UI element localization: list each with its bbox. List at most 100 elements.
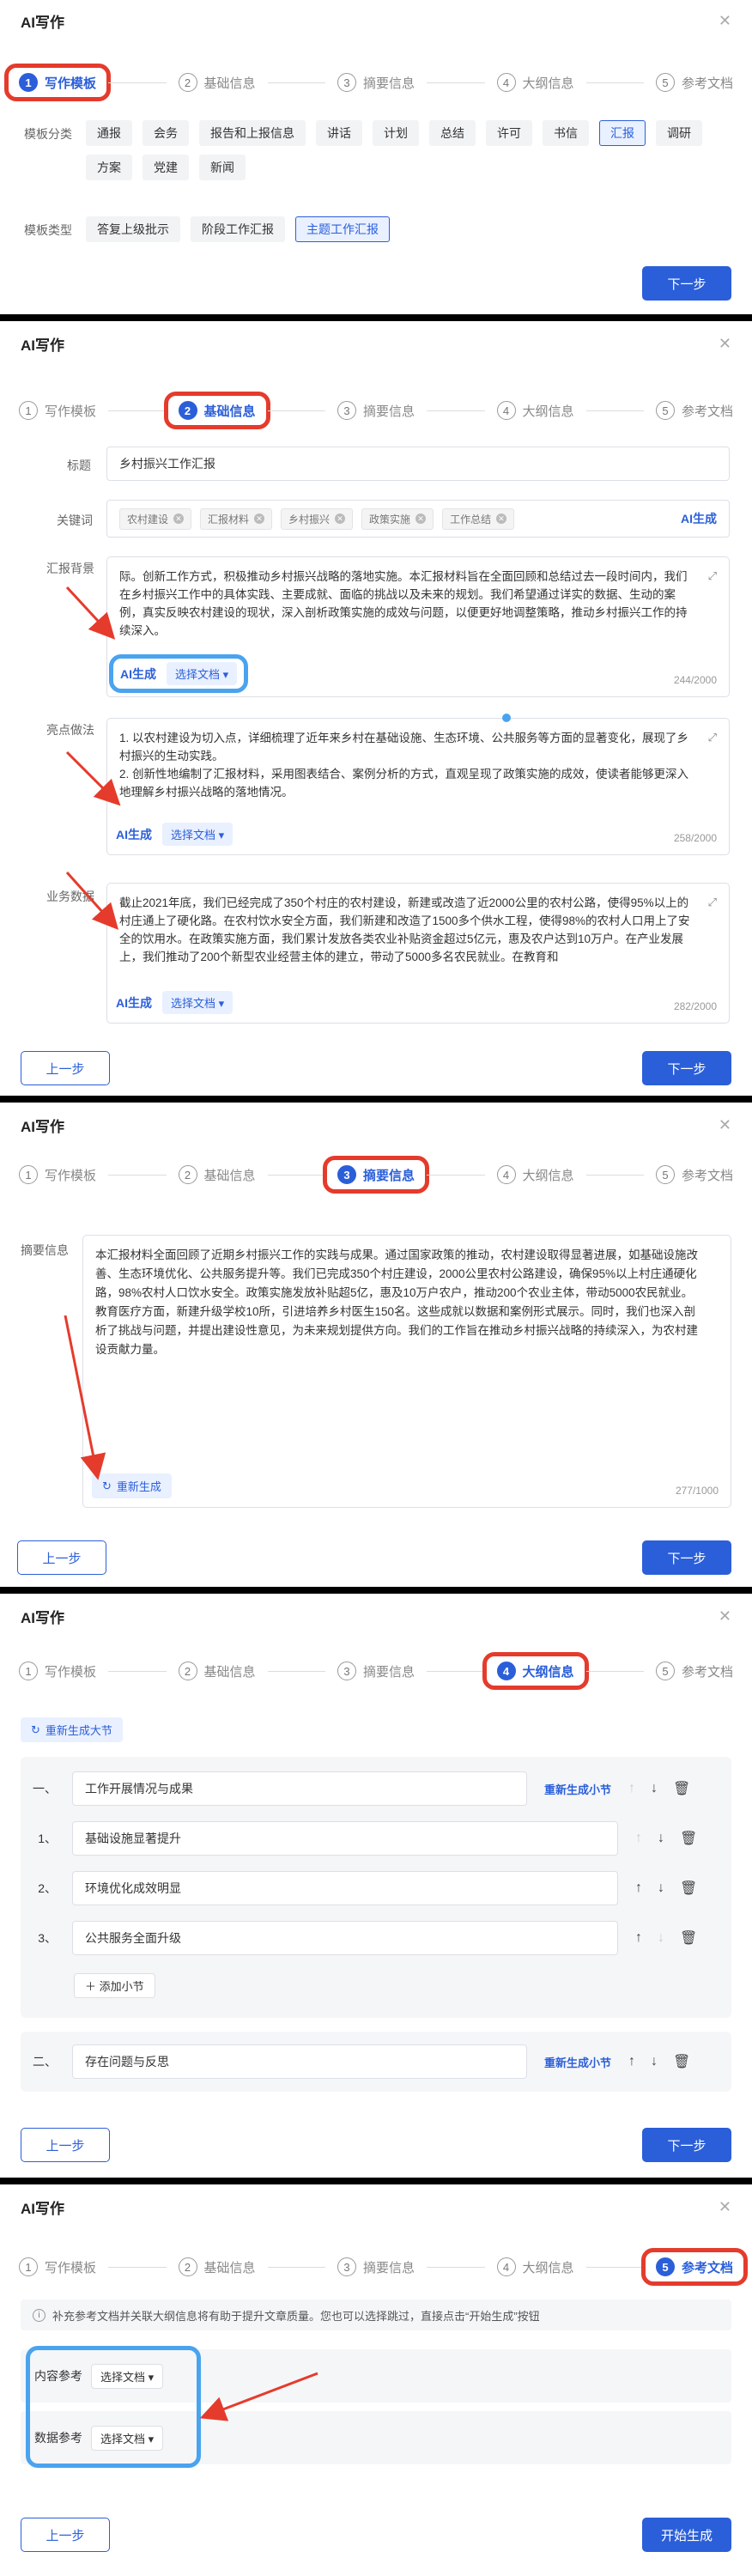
sub-title-input[interactable]: 基础设施显著提升 — [72, 1821, 618, 1856]
add-subsection-button[interactable]: ＋ 添加小节 — [74, 1973, 155, 1998]
expand-icon[interactable]: ⤢ — [708, 731, 717, 744]
next-button[interactable]: 下一步 — [642, 1540, 731, 1575]
remove-icon[interactable]: ✕ — [496, 513, 507, 524]
next-button[interactable]: 下一步 — [642, 266, 731, 301]
regenerate-button[interactable]: ↻ 重新生成 — [92, 1473, 172, 1498]
trash-icon[interactable]: 🗑 — [680, 1929, 697, 1947]
close-icon[interactable]: ✕ — [719, 335, 731, 353]
select-doc-button[interactable]: 选择文档 ▾ — [167, 662, 238, 685]
step-1[interactable]: 1 写作模板 — [19, 401, 96, 420]
regenerate-sections-button[interactable]: ↻ 重新生成大节 — [21, 1717, 123, 1742]
step-1[interactable]: 1 写作模板 — [4, 64, 112, 101]
arrow-up-icon[interactable]: ↑ — [628, 2054, 635, 2069]
step-2[interactable]: 2 基础信息 — [178, 1662, 256, 1680]
step-3[interactable]: 3 摘要信息 — [337, 401, 415, 420]
step-3[interactable]: 3 摘要信息 — [337, 2257, 415, 2276]
ai-generate-button[interactable]: AI生成 — [120, 665, 156, 683]
trash-icon[interactable]: 🗑 — [680, 1880, 697, 1897]
step-5[interactable]: 5 参考文档 — [656, 1165, 733, 1184]
category-tag[interactable]: 总结 — [429, 120, 476, 146]
ai-generate-button[interactable]: AI生成 — [116, 994, 152, 1012]
keywords-ai-generate[interactable]: AI生成 — [681, 510, 717, 527]
category-tag[interactable]: 调研 — [656, 120, 702, 146]
trash-icon[interactable]: 🗑 — [673, 1780, 690, 1797]
category-tag-selected[interactable]: 汇报 — [599, 120, 646, 146]
arrow-down-icon[interactable]: ↓ — [651, 1781, 658, 1796]
prev-button[interactable]: 上一步 — [21, 2128, 110, 2162]
category-tag[interactable]: 计划 — [373, 120, 419, 146]
business-data-textarea[interactable]: 截止2021年底，我们已经完成了350个村庄的农村建设，新建或改造了近2000公… — [106, 883, 730, 1024]
regen-subsection-link[interactable]: 重新生成小节 — [544, 2054, 611, 2070]
step-5[interactable]: 5 参考文档 — [656, 1662, 733, 1680]
step-5[interactable]: 5 参考文档 — [641, 2248, 749, 2286]
section-title-input[interactable]: 存在问题与反思 — [72, 2044, 527, 2079]
title-input[interactable]: 乡村振兴工作汇报 — [106, 447, 730, 481]
arrow-down-icon[interactable]: ↓ — [658, 1880, 664, 1896]
background-textarea[interactable]: 际。创新工作方式，积极推动乡村振兴战略的落地实施。本汇报材料旨在全面回顾和总结过… — [106, 556, 730, 697]
step-4[interactable]: 4 大纲信息 — [496, 73, 574, 92]
remove-icon[interactable]: ✕ — [415, 513, 427, 524]
summary-textarea[interactable]: 本汇报材料全面回顾了近期乡村振兴工作的实践与成果。通过国家政策的推动，农村建设取… — [82, 1235, 731, 1508]
category-tag[interactable]: 新闻 — [199, 155, 246, 180]
step-1[interactable]: 1 写作模板 — [19, 1662, 96, 1680]
category-tag[interactable]: 许可 — [486, 120, 532, 146]
close-icon[interactable]: ✕ — [719, 1116, 731, 1134]
arrow-up-icon[interactable]: ↑ — [635, 1930, 642, 1946]
step-4[interactable]: 4 大纲信息 — [496, 1165, 574, 1184]
step-5[interactable]: 5 参考文档 — [656, 401, 733, 420]
category-tag[interactable]: 通报 — [86, 120, 132, 146]
select-doc-button[interactable]: 选择文档 ▾ — [162, 823, 233, 846]
section-title-input[interactable]: 工作开展情况与成果 — [72, 1771, 527, 1806]
category-tag[interactable]: 报告和上报信息 — [199, 120, 306, 146]
step-3[interactable]: 3 摘要信息 — [337, 1662, 415, 1680]
type-tag[interactable]: 答复上级批示 — [86, 216, 180, 242]
step-2[interactable]: 2 基础信息 — [178, 73, 256, 92]
category-tag[interactable]: 会务 — [143, 120, 189, 146]
type-tag[interactable]: 阶段工作汇报 — [191, 216, 285, 242]
close-icon[interactable]: ✕ — [719, 12, 731, 30]
step-5[interactable]: 5 参考文档 — [656, 73, 733, 92]
category-tag[interactable]: 党建 — [143, 155, 189, 180]
step-3[interactable]: 3 摘要信息 — [337, 73, 415, 92]
step-2[interactable]: 2 基础信息 — [178, 2257, 256, 2276]
prev-button[interactable]: 上一步 — [17, 1540, 106, 1575]
regen-subsection-link[interactable]: 重新生成小节 — [544, 1781, 611, 1797]
arrow-up-icon[interactable]: ↑ — [635, 1880, 642, 1896]
category-tag[interactable]: 讲话 — [316, 120, 362, 146]
keywords-input[interactable]: 农村建设 ✕ 汇报材料 ✕ 乡村振兴 ✕ 政策实施 ✕ 工作总结 ✕ AI生成 — [106, 500, 730, 538]
trash-icon[interactable]: 🗑 — [680, 1830, 697, 1847]
close-icon[interactable]: ✕ — [719, 2198, 731, 2216]
step-1[interactable]: 1 写作模板 — [19, 2257, 96, 2276]
remove-icon[interactable]: ✕ — [335, 513, 346, 524]
step-3[interactable]: 3 摘要信息 — [323, 1156, 430, 1194]
close-icon[interactable]: ✕ — [719, 1607, 731, 1625]
select-doc-button[interactable]: 选择文档 ▾ — [162, 991, 233, 1014]
highlights-textarea[interactable]: 1. 以农村建设为切入点，详细梳理了近年来乡村在基础设施、生态环境、公共服务等方… — [106, 714, 730, 855]
remove-icon[interactable]: ✕ — [254, 513, 265, 524]
expand-icon[interactable]: ⤢ — [708, 896, 717, 909]
remove-icon[interactable]: ✕ — [173, 513, 185, 524]
arrow-down-icon[interactable]: ↓ — [651, 2054, 658, 2069]
sub-title-input[interactable]: 环境优化成效明显 — [72, 1871, 618, 1905]
step-1[interactable]: 1 写作模板 — [19, 1165, 96, 1184]
category-tag[interactable]: 书信 — [543, 120, 589, 146]
expand-icon[interactable]: ⤢ — [708, 569, 717, 583]
prev-button[interactable]: 上一步 — [21, 1051, 110, 1085]
start-generate-button[interactable]: 开始生成 — [642, 2518, 731, 2552]
sub-title-input[interactable]: 公共服务全面升级 — [72, 1921, 618, 1955]
next-button[interactable]: 下一步 — [642, 1051, 731, 1085]
step-4[interactable]: 4 大纲信息 — [496, 2257, 574, 2276]
drag-handle[interactable] — [502, 714, 511, 722]
trash-icon[interactable]: 🗑 — [673, 2053, 690, 2070]
step-2[interactable]: 2 基础信息 — [178, 1165, 256, 1184]
arrow-down-icon[interactable]: ↓ — [658, 1831, 664, 1846]
panel-step1: AI写作 ✕ 1 写作模板 2 基础信息 3 摘要信息 4 大纲信息 5 参考文档 模板分… — [0, 0, 752, 313]
step-2[interactable]: 2 基础信息 — [163, 392, 270, 429]
step-4[interactable]: 4 大纲信息 — [496, 401, 574, 420]
ai-generate-button[interactable]: AI生成 — [116, 826, 152, 843]
type-tag-selected[interactable]: 主题工作汇报 — [295, 216, 390, 242]
step-4[interactable]: 4 大纲信息 — [482, 1652, 589, 1690]
next-button[interactable]: 下一步 — [642, 2128, 731, 2162]
category-tag[interactable]: 方案 — [86, 155, 132, 180]
prev-button[interactable]: 上一步 — [21, 2518, 110, 2552]
